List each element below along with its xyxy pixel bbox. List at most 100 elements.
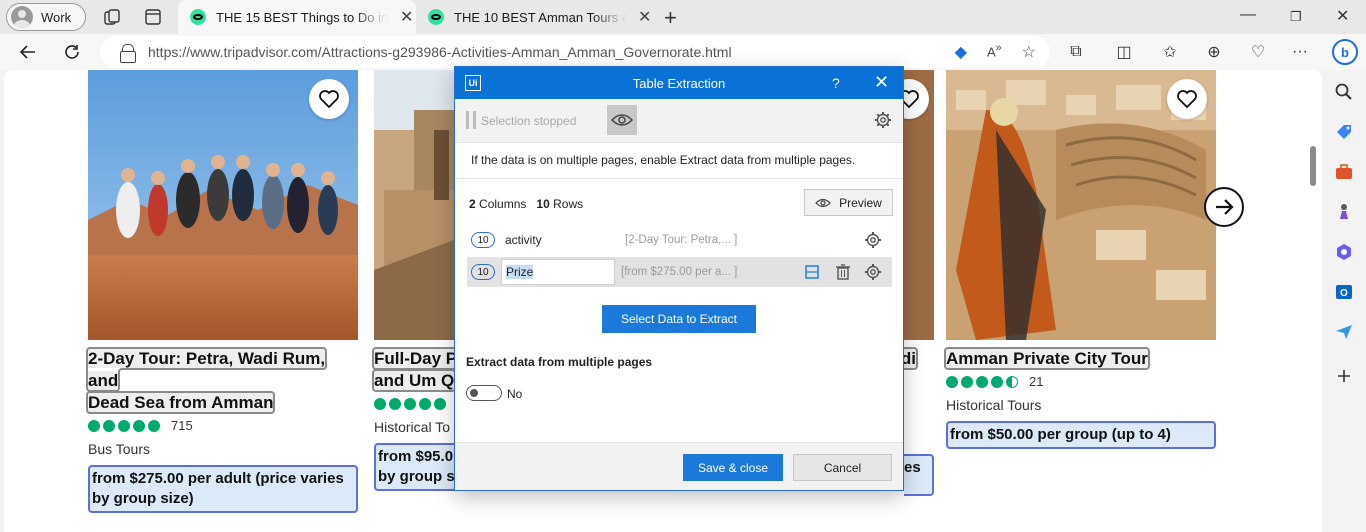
outlook-icon[interactable]: O xyxy=(1334,282,1354,302)
rows-label: Rows xyxy=(553,197,584,211)
window-close-icon[interactable]: ✕ xyxy=(1336,6,1349,26)
dialog-titlebar[interactable]: Ui Table Extraction ? ✕ xyxy=(455,67,903,99)
column-name[interactable]: activity xyxy=(505,233,625,247)
pause-icon[interactable] xyxy=(466,111,476,129)
rating-bubble-icon xyxy=(389,397,401,410)
arrow-right-icon xyxy=(1216,199,1234,215)
column-name-value: Prize xyxy=(506,265,534,279)
attraction-card[interactable]: 2-Day Tour: Petra, Wadi Rum, and Dead Se… xyxy=(85,70,358,513)
url-text: https://www.tripadvisor.com/Attractions-… xyxy=(148,44,732,60)
save-heart-button[interactable] xyxy=(309,79,349,119)
delete-trash-icon[interactable] xyxy=(834,263,852,281)
rating-bubbles: 715 xyxy=(88,418,358,433)
browser-essentials-icon[interactable]: ♡ xyxy=(1248,42,1268,62)
tools-briefcase-icon[interactable] xyxy=(1334,162,1354,182)
tripadvisor-favicon-icon xyxy=(428,9,444,25)
edit-column-target-icon[interactable] xyxy=(803,263,821,281)
save-heart-button[interactable] xyxy=(1167,79,1207,119)
tab-title: THE 10 BEST Amman Tours & Excursions xyxy=(454,9,626,25)
lock-icon xyxy=(120,44,136,63)
favorites-icon[interactable]: ✩ xyxy=(1160,42,1180,62)
split-screen-icon[interactable]: ◫ xyxy=(1114,42,1134,62)
coupon-tag-icon[interactable]: ◆ xyxy=(955,42,967,62)
column-name-input[interactable]: Prize xyxy=(501,259,615,285)
help-button[interactable]: ? xyxy=(832,75,840,91)
shopping-tag-icon[interactable] xyxy=(1334,122,1354,142)
multipage-toggle[interactable] xyxy=(466,385,502,401)
copilot-app-icon[interactable] xyxy=(1334,242,1354,262)
profile-button[interactable]: Work xyxy=(6,3,86,31)
card-title[interactable]: Amman Private City Tour xyxy=(944,347,1216,370)
copilot-icon[interactable]: b xyxy=(1332,39,1358,65)
card-title-line: and Um Q xyxy=(371,369,457,392)
search-icon[interactable] xyxy=(1334,82,1354,102)
rating-bubble-icon xyxy=(148,419,160,432)
select-data-to-extract-button[interactable]: Select Data to Extract xyxy=(602,305,756,333)
column-settings-gear-icon[interactable] xyxy=(864,231,882,249)
rating-bubble-icon xyxy=(103,419,115,432)
multipage-hint: If the data is on multiple pages, enable… xyxy=(471,153,856,167)
drop-send-icon[interactable] xyxy=(1334,322,1354,342)
preview-label: Preview xyxy=(839,195,882,210)
column-sample: [from $275.00 per a... ] xyxy=(621,266,738,278)
refresh-button[interactable] xyxy=(60,40,84,64)
workspaces-icon[interactable] xyxy=(102,7,122,27)
dialog-footer: Save & close Cancel xyxy=(455,442,903,490)
cancel-button[interactable]: Cancel xyxy=(793,454,892,481)
profile-label: Work xyxy=(41,9,72,25)
column-settings-gear-icon[interactable] xyxy=(864,263,882,281)
rows-count: 10 xyxy=(536,197,550,211)
multipage-toggle-label: No xyxy=(507,387,523,401)
address-bar[interactable]: https://www.tripadvisor.com/Attractions-… xyxy=(100,36,1050,68)
gear-icon[interactable] xyxy=(874,111,892,129)
price-line: by group si xyxy=(378,468,459,485)
close-tab-icon[interactable]: ✕ xyxy=(400,7,413,27)
page-scrollbar[interactable] xyxy=(1310,146,1316,186)
rating-bubble-icon xyxy=(404,397,416,410)
column-value-count: 10 xyxy=(471,232,495,248)
heart-icon xyxy=(319,90,339,108)
multipage-heading: Extract data from multiple pages xyxy=(466,355,653,369)
add-sidebar-app-icon[interactable] xyxy=(1334,366,1354,386)
rating-bubble-icon xyxy=(991,375,1003,388)
card-price: from $275.00 per adult (price varies by … xyxy=(88,465,358,513)
preview-button[interactable]: Preview xyxy=(804,189,893,216)
tab-tours[interactable]: THE 10 BEST Amman Tours & Excursions ✕ xyxy=(416,0,654,34)
columns-label: Columns xyxy=(479,197,527,211)
tripadvisor-favicon-icon xyxy=(190,9,206,25)
rating-bubble-icon xyxy=(374,397,386,410)
dialog-close-icon[interactable]: ✕ xyxy=(874,72,889,93)
dialog-toolbar: Selection stopped xyxy=(455,99,903,143)
column-row-activity[interactable]: 10 activity [2-Day Tour: Petra,... ] xyxy=(467,225,892,255)
extensions-icon[interactable]: ⧉ xyxy=(1066,42,1086,62)
settings-more-icon[interactable]: ··· xyxy=(1290,42,1310,62)
column-sample: [2-Day Tour: Petra,... ] xyxy=(625,234,738,246)
tab-strip: Work THE 15 BEST Things to Do in Amman ✕… xyxy=(0,0,1366,34)
restore-icon[interactable]: ❐ xyxy=(1290,9,1302,25)
minimize-icon[interactable]: — xyxy=(1240,6,1256,24)
back-button[interactable] xyxy=(16,40,40,64)
card-price: es xyxy=(904,454,934,496)
svg-text:O: O xyxy=(1340,288,1348,299)
collections-icon[interactable]: ⊕ xyxy=(1204,42,1224,62)
eye-icon xyxy=(815,198,832,207)
new-tab-icon[interactable]: + xyxy=(664,5,677,31)
favorite-star-icon[interactable]: ☆ xyxy=(1022,42,1036,62)
tab-things-to-do[interactable]: THE 15 BEST Things to Do in Amman ✕ xyxy=(178,0,416,34)
tab-actions-icon[interactable] xyxy=(143,7,163,27)
read-aloud-icon[interactable]: A» xyxy=(987,42,1002,62)
save-and-close-button[interactable]: Save & close xyxy=(683,454,783,481)
card-title[interactable]: 2-Day Tour: Petra, Wadi Rum, and Dead Se… xyxy=(85,347,358,414)
edge-sidebar: O xyxy=(1322,70,1366,532)
column-row-prize[interactable]: 10 Prize [from $275.00 per a... ] xyxy=(467,257,892,287)
toggle-highlight-button[interactable] xyxy=(607,105,637,135)
attraction-card[interactable]: Amman Private City Tour 21 Historical To… xyxy=(944,70,1216,449)
divider xyxy=(455,178,903,179)
carousel-next-button[interactable] xyxy=(1204,187,1244,227)
rating-half-bubble-icon xyxy=(1006,375,1018,388)
card-photo[interactable] xyxy=(946,70,1216,340)
close-tab-icon[interactable]: ✕ xyxy=(638,7,651,27)
card-photo[interactable] xyxy=(88,70,358,340)
price-line: from $275.00 per adult (price varies xyxy=(92,470,344,487)
games-chess-icon[interactable] xyxy=(1334,202,1354,222)
